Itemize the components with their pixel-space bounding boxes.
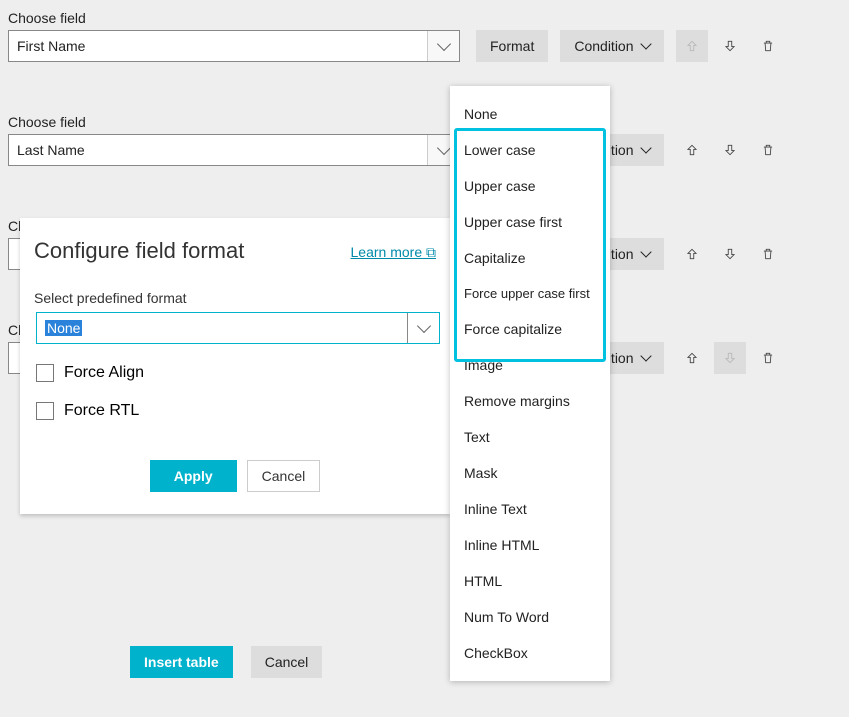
learn-more-link[interactable]: Learn more ⧉: [351, 238, 436, 261]
menu-item-num-to-word[interactable]: Num To Word: [450, 599, 610, 635]
trash-icon: [761, 247, 775, 261]
menu-item-inline-html[interactable]: Inline HTML: [450, 527, 610, 563]
force-align-checkbox[interactable]: [36, 364, 54, 382]
menu-item-upper-case[interactable]: Upper case: [450, 168, 610, 204]
menu-item-remove-margins[interactable]: Remove margins: [450, 383, 610, 419]
move-down-button[interactable]: [714, 134, 746, 166]
delete-button[interactable]: [752, 134, 784, 166]
delete-button[interactable]: [752, 342, 784, 374]
move-down-button[interactable]: [714, 30, 746, 62]
move-up-button[interactable]: [676, 134, 708, 166]
force-rtl-checkbox[interactable]: [36, 402, 54, 420]
trash-icon: [761, 39, 775, 53]
chevron-down-icon: [640, 142, 651, 153]
configure-field-format-modal: Configure field format Learn more ⧉ Sele…: [20, 218, 450, 514]
field-label: Choose field: [8, 114, 841, 130]
condition-button[interactable]: Condition: [560, 30, 663, 62]
external-link-icon: ⧉: [426, 244, 436, 260]
arrow-up-icon: [685, 39, 699, 53]
menu-item-capitalize[interactable]: Capitalize: [450, 240, 610, 276]
chevron-down-icon: [640, 246, 651, 257]
move-up-button[interactable]: [676, 238, 708, 270]
menu-item-none[interactable]: None: [450, 96, 610, 132]
menu-item-checkbox[interactable]: CheckBox: [450, 635, 610, 671]
cancel-button[interactable]: Cancel: [251, 646, 323, 678]
trash-icon: [761, 351, 775, 365]
chevron-down-icon: [640, 350, 651, 361]
predefined-format-label: Select predefined format: [34, 290, 436, 306]
condition-label: Condition: [574, 38, 633, 54]
trash-icon: [761, 143, 775, 157]
delete-button[interactable]: [752, 238, 784, 270]
field-select-value: Last Name: [9, 142, 427, 158]
menu-item-inline-text[interactable]: Inline Text: [450, 491, 610, 527]
move-up-button[interactable]: [676, 30, 708, 62]
arrow-down-icon: [723, 247, 737, 261]
menu-item-upper-case-first[interactable]: Upper case first: [450, 204, 610, 240]
field-select[interactable]: Last Name: [8, 134, 460, 166]
menu-item-text[interactable]: Text: [450, 419, 610, 455]
force-align-label: Force Align: [64, 364, 144, 382]
modal-cancel-button[interactable]: Cancel: [247, 460, 321, 492]
move-down-button[interactable]: [714, 342, 746, 374]
chevron-down-icon: [640, 38, 651, 49]
menu-item-force-upper-case-first[interactable]: Force upper case first: [450, 276, 610, 311]
menu-item-mask[interactable]: Mask: [450, 455, 610, 491]
delete-button[interactable]: [752, 30, 784, 62]
apply-button[interactable]: Apply: [150, 460, 237, 492]
arrow-up-icon: [685, 143, 699, 157]
menu-item-html[interactable]: HTML: [450, 563, 610, 599]
predefined-format-value: None: [37, 320, 407, 336]
force-rtl-label: Force RTL: [64, 402, 139, 420]
chevron-down-icon[interactable]: [407, 313, 439, 343]
menu-item-lower-case[interactable]: Lower case: [450, 132, 610, 168]
field-label: Choose field: [8, 10, 841, 26]
menu-item-image[interactable]: Image: [450, 347, 610, 383]
arrow-down-icon: [723, 39, 737, 53]
arrow-down-icon: [723, 351, 737, 365]
chevron-down-icon[interactable]: [427, 31, 459, 61]
move-up-button[interactable]: [676, 342, 708, 374]
field-select[interactable]: First Name: [8, 30, 460, 62]
insert-table-button[interactable]: Insert table: [130, 646, 233, 678]
arrow-up-icon: [685, 247, 699, 261]
format-button[interactable]: Format: [476, 30, 548, 62]
format-dropdown-menu: None Lower case Upper case Upper case fi…: [450, 86, 610, 681]
arrow-down-icon: [723, 143, 737, 157]
modal-title: Configure field format: [34, 238, 244, 264]
arrow-up-icon: [685, 351, 699, 365]
menu-item-force-capitalize[interactable]: Force capitalize: [450, 311, 610, 347]
move-down-button[interactable]: [714, 238, 746, 270]
field-select-value: First Name: [9, 38, 427, 54]
predefined-format-select[interactable]: None: [36, 312, 440, 344]
